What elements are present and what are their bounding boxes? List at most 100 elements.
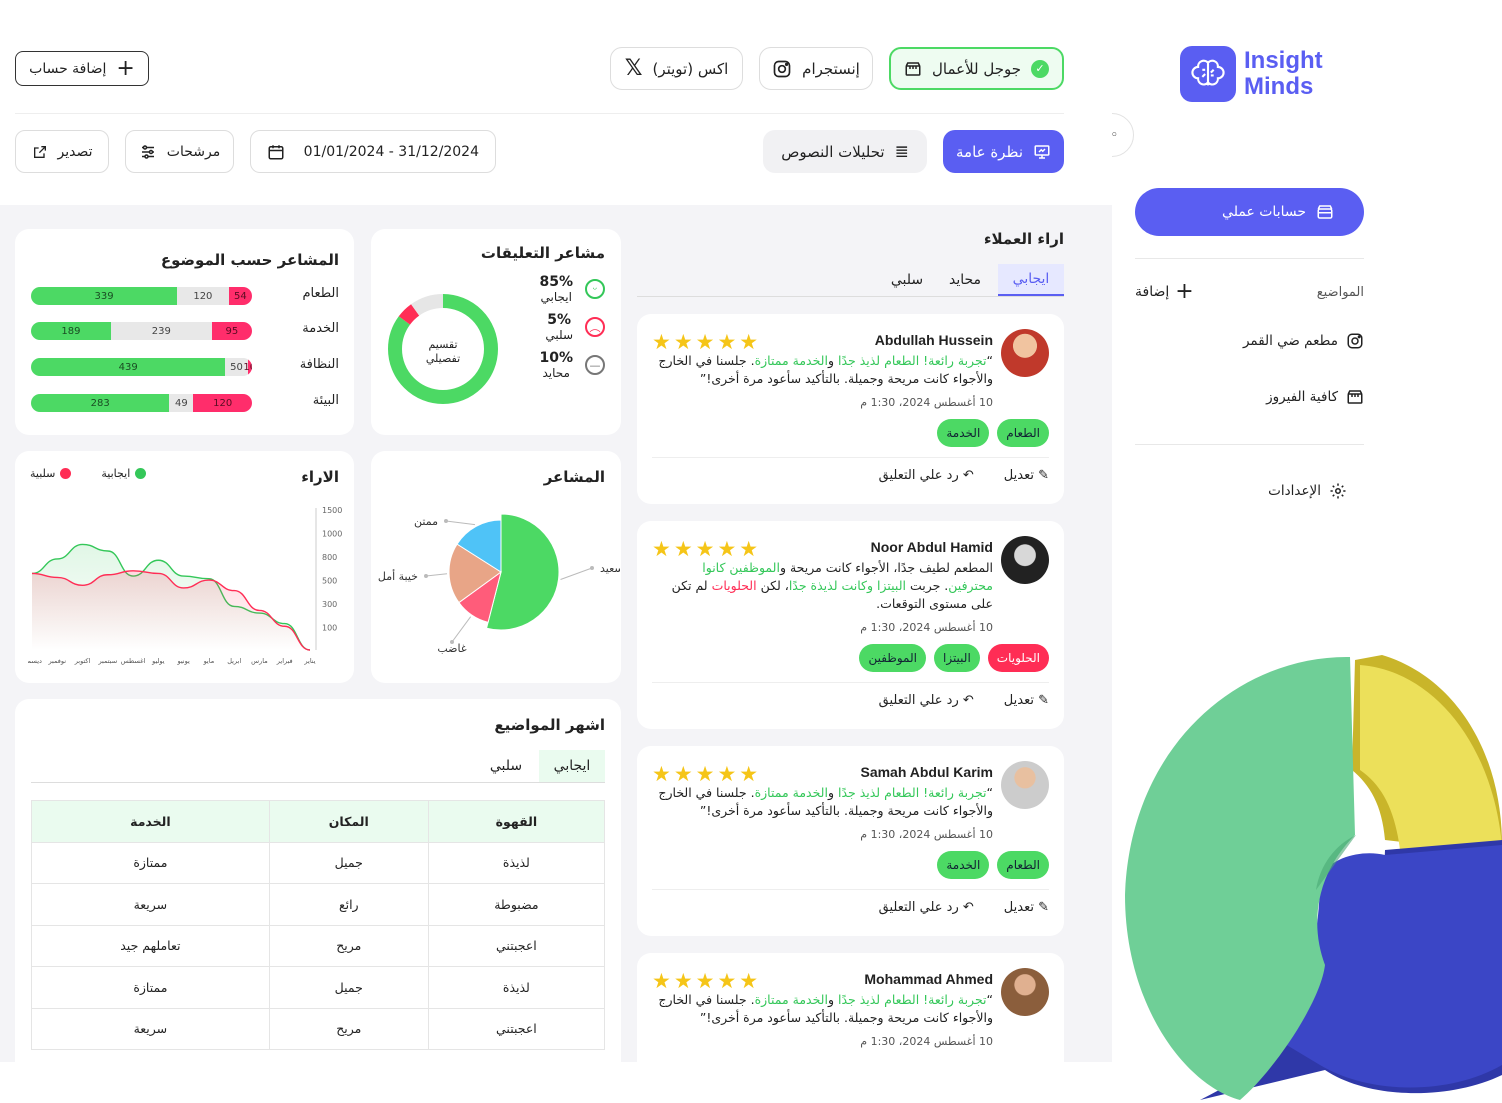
sidebar-item-moon-restaurant[interactable]: مطعم ضي القمر xyxy=(1243,332,1364,350)
topic-sentiment-bar[interactable]: 4395010 xyxy=(31,358,252,376)
topic-tag[interactable]: الحلويات xyxy=(987,644,1049,672)
column-header: القهوة xyxy=(427,800,606,843)
topic-sentiment-bar[interactable]: 339 120 54 xyxy=(31,287,252,305)
reviewer-name: Noor Abdul Hamid xyxy=(870,539,993,555)
presentation-icon xyxy=(1034,144,1050,159)
tab-neutral[interactable]: محايد xyxy=(932,264,998,296)
pie-label: سعيد xyxy=(600,562,620,575)
table-row: اعجبتني مريح سريعة xyxy=(31,1007,606,1050)
sentiment-pct: 85% xyxy=(539,274,573,290)
star-rating: ★★★★★ xyxy=(652,330,762,354)
table-row: لذيذة جميل ممتازة xyxy=(31,966,606,1009)
sentiment-pct: 5% xyxy=(547,312,572,328)
sad-icon: ︵ xyxy=(585,317,605,337)
table-cell: تعاملهم جيد xyxy=(31,924,270,967)
tab-negative[interactable]: سلبي xyxy=(473,750,539,782)
overview-label: نظرة عامة xyxy=(956,142,1023,161)
topic-tag[interactable]: الطعام xyxy=(997,419,1049,447)
x-tick-label: يناير xyxy=(303,657,315,665)
instagram-icon xyxy=(773,60,791,77)
date-range-picker[interactable]: 01/01/2024 - 31/12/2024 xyxy=(250,130,496,173)
brand-line2: Minds xyxy=(1244,73,1314,100)
bar-segment-neu: 49 xyxy=(169,394,194,412)
topic-tag[interactable]: الخدمة xyxy=(937,851,990,879)
review-date: 10 أغسطس 2024، 1:30 م xyxy=(860,621,993,634)
export-button[interactable]: تصدير xyxy=(15,130,109,173)
legend-label: سلبية xyxy=(30,467,56,480)
avatar xyxy=(1001,761,1049,809)
topic-tag[interactable]: الموظفين xyxy=(859,644,926,672)
add-account-button[interactable]: + إضافة حساب xyxy=(15,51,149,86)
top-topics-table: القهوة المكان الخدمة لذيذة جميل ممتازة مضبو… xyxy=(31,800,606,1050)
platform-google-business[interactable]: ✓ جوجل للأعمال xyxy=(889,47,1064,90)
legend-label: ايجابية xyxy=(101,467,131,480)
topic-row-label: البيئة xyxy=(312,393,339,408)
comment-sentiment-title: مشاعر التعليقات xyxy=(480,244,605,262)
sliders-icon xyxy=(141,144,154,159)
topic-row-label: الخدمة xyxy=(302,321,339,336)
filters-button[interactable]: مرشحات xyxy=(125,130,234,173)
table-header-row: القهوة المكان الخدمة xyxy=(31,800,606,843)
platform-label: اكس (تويتر) xyxy=(652,59,729,78)
my-accounts-button[interactable]: حسابات عملي xyxy=(1135,188,1364,236)
opinions-line-chart[interactable]: 1500 1000 800 500 300 100 يناير فبراير مارس ابريل… xyxy=(28,500,346,670)
edit-button[interactable]: ✎ تعديل xyxy=(1004,468,1049,483)
reply-button[interactable]: ↶ رد علي التعليق xyxy=(879,693,974,708)
table-cell: لذيذة xyxy=(427,841,606,884)
topic-tag[interactable]: البيتزا xyxy=(933,644,980,672)
x-tick-label: مايو xyxy=(203,657,215,665)
reply-button[interactable]: ↶ رد علي التعليق xyxy=(879,468,974,483)
store-icon xyxy=(1347,390,1363,404)
tab-positive[interactable]: ايجابي xyxy=(998,264,1064,296)
table-cell: رائع xyxy=(268,883,429,926)
review-card: Samah Abdul Karim ★★★★★ “تجربة رائعة! ال… xyxy=(637,746,1064,936)
avatar xyxy=(1001,329,1049,377)
platform-instagram[interactable]: إنستجرام xyxy=(759,47,873,90)
tab-overview[interactable]: نظرة عامة xyxy=(943,130,1064,173)
star-rating: ★★★★★ xyxy=(652,762,762,786)
y-tick-label: 800 xyxy=(322,553,337,562)
bar-segment-pos: 283 xyxy=(31,394,170,412)
sentiment-label: سلبي xyxy=(545,328,573,342)
topic-sentiment-bar[interactable]: 283 49 120 xyxy=(31,394,252,412)
neutral-icon: — xyxy=(585,355,605,375)
reply-button[interactable]: ↶ رد علي التعليق xyxy=(879,900,974,915)
table-cell: جميل xyxy=(268,841,429,884)
reviews-tabs: ايجابي محايد سلبي xyxy=(637,264,1064,297)
instagram-icon xyxy=(1347,333,1363,349)
platform-x-twitter[interactable]: اكس (تويتر) 𝕏 xyxy=(610,47,743,90)
topic-tag[interactable]: الطعام xyxy=(997,851,1049,879)
table-row: مضبوطة رائع سريعة xyxy=(31,883,606,926)
edit-button[interactable]: ✎ تعديل xyxy=(1004,900,1049,915)
avatar xyxy=(1001,536,1049,584)
review-text: “تجربة رائعة! الطعام لذيذ جدًا والخدمة م… xyxy=(658,785,993,818)
edit-label: تعديل xyxy=(1003,468,1034,483)
emotions-pie-chart[interactable]: سعيد غاضب خيبة أمل ممتن xyxy=(372,500,620,670)
chart-legend: ايجابية سلبية xyxy=(30,467,147,480)
x-tick-label: يونيو xyxy=(176,657,189,665)
brain-icon xyxy=(1180,46,1236,102)
edit-button[interactable]: ✎ تعديل xyxy=(1004,693,1049,708)
export-label: تصدير xyxy=(57,143,93,160)
x-tick-label: سبتمبر xyxy=(97,657,117,665)
tab-negative[interactable]: سلبي xyxy=(882,264,932,296)
topic-sentiment-bar[interactable]: 189 239 95 xyxy=(31,322,252,340)
table-cell: جميل xyxy=(268,966,429,1009)
topic-tag[interactable]: الخدمة xyxy=(937,419,990,447)
review-date: 10 أغسطس 2024، 1:30 م xyxy=(860,1035,993,1048)
gear-icon xyxy=(1330,483,1346,499)
add-topic-label: إضافة xyxy=(1135,284,1170,300)
reply-label: رد علي التعليق xyxy=(878,900,959,915)
sidebar-item-fayrouz-cafe[interactable]: كافية الفيروز xyxy=(1266,388,1364,406)
tab-positive[interactable]: ايجابي xyxy=(539,750,605,782)
add-topic-button[interactable]: + إضافة xyxy=(1135,281,1194,303)
opinions-chart-title: الاراء xyxy=(301,468,339,486)
review-text: “تجربة رائعة! الطعام لذيذ جدًا والخدمة م… xyxy=(658,992,993,1025)
settings-item[interactable]: الإعدادات xyxy=(1268,482,1347,500)
tab-text-analytics[interactable]: ≣ تحليلات النصوص xyxy=(763,130,927,173)
bar-segment-neg: 95 xyxy=(211,322,252,340)
review-date: 10 أغسطس 2024، 1:30 م xyxy=(860,396,993,409)
bar-segment-pos: 339 xyxy=(31,287,178,305)
sentiment-pct: 10% xyxy=(539,350,573,366)
pie-label: غاضب xyxy=(437,642,466,655)
